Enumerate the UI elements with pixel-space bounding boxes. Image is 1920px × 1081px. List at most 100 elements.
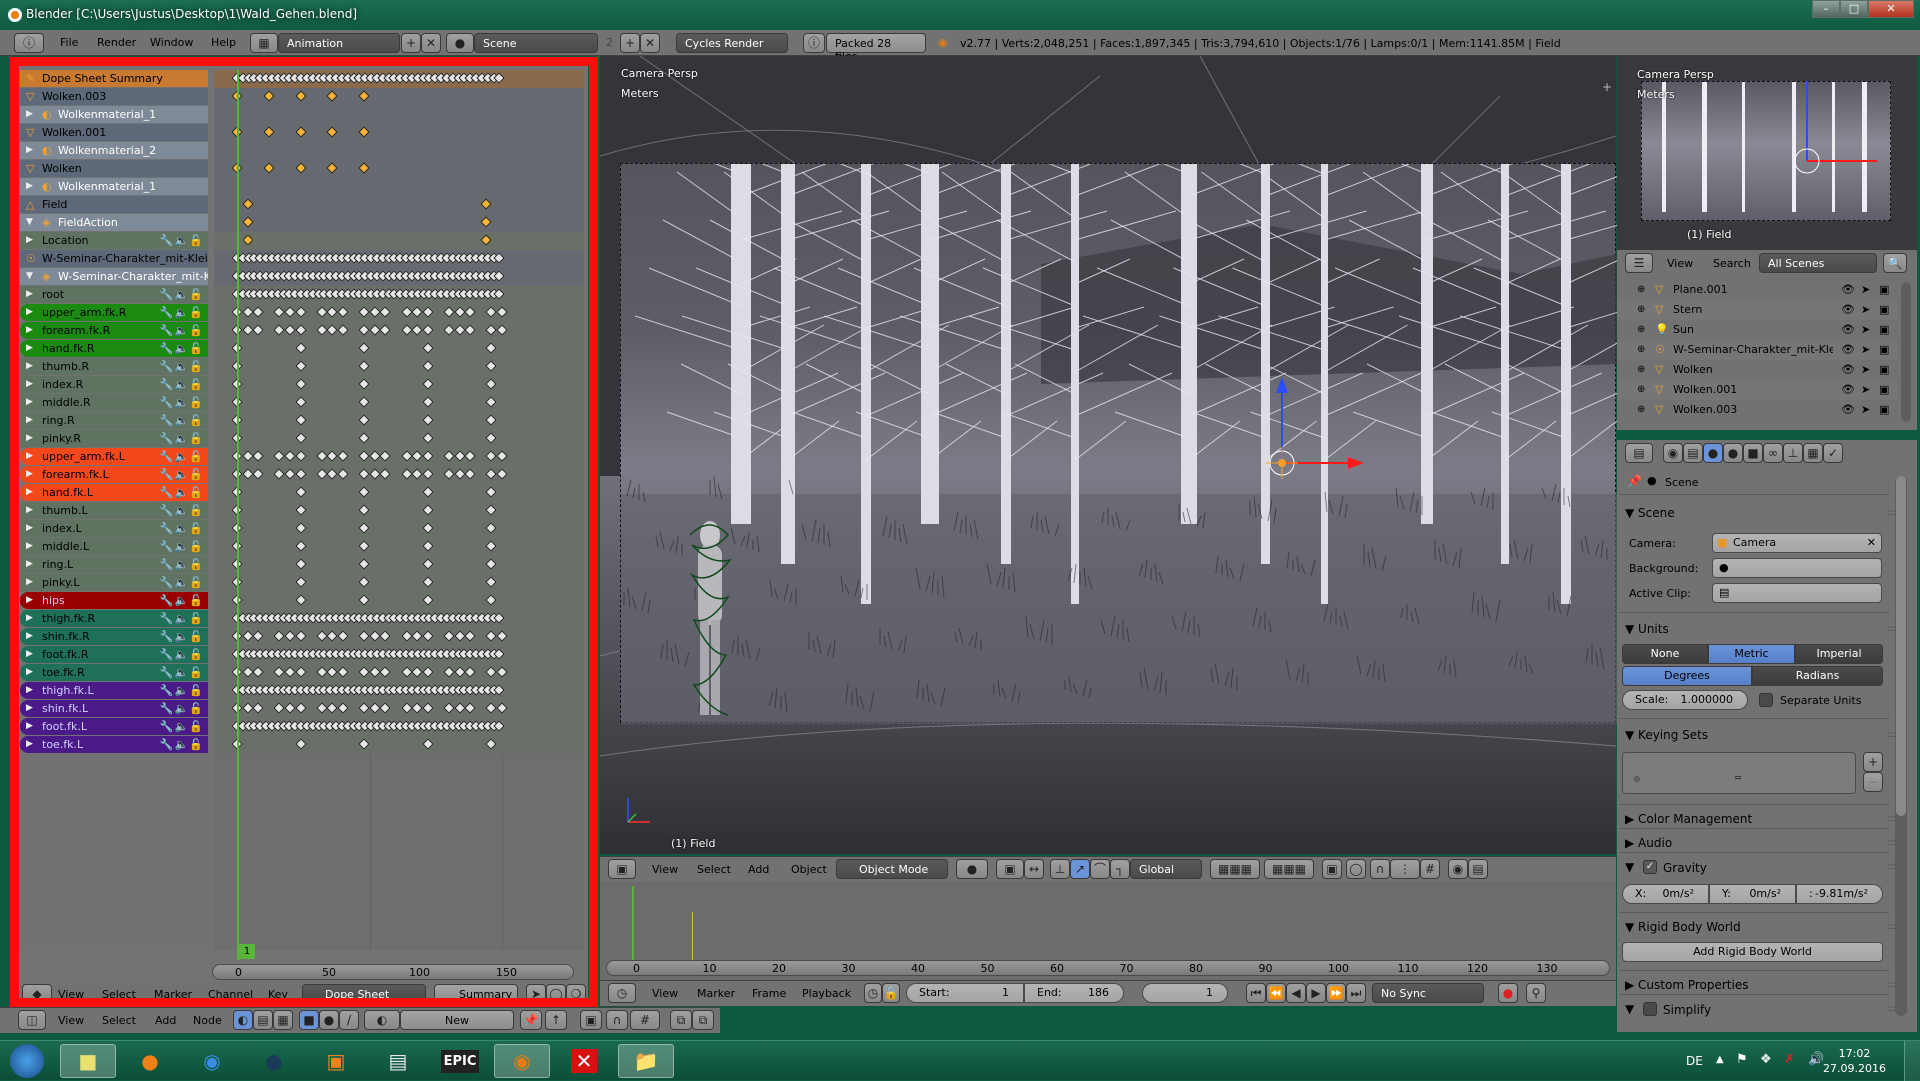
taskbar-file-explorer[interactable]: 📁 — [618, 1044, 674, 1078]
scale-manipulator-button[interactable]: ┐ — [1110, 859, 1130, 879]
viewport-shading-button[interactable]: ● — [956, 859, 988, 879]
character-armature[interactable] — [680, 505, 738, 725]
auto-keying-button[interactable]: ● — [1498, 983, 1518, 1003]
camera-field[interactable]: ■ Camera ✕ — [1712, 533, 1882, 553]
channel-group[interactable]: ▶ toe.fk.L 🔧🔈🔓 — [20, 736, 208, 753]
lock-icon[interactable]: 🔓 — [189, 360, 204, 373]
channel-group[interactable]: ▶ upper_arm.fk.L 🔧🔈🔓 — [20, 448, 208, 465]
expand-icon[interactable]: ⊕ — [1637, 340, 1645, 360]
panel-drag-handle[interactable]: :::: — [1887, 1004, 1896, 1014]
taskbar-chrome[interactable]: ◉ — [184, 1044, 240, 1078]
dropbox-icon[interactable]: ❖ — [1760, 1052, 1772, 1067]
channel-toggles[interactable]: 🔧🔈🔓 — [160, 556, 204, 573]
channel-group[interactable]: ▶ hand.fk.L 🔧🔈🔓 — [20, 484, 208, 501]
keyframe-row[interactable] — [214, 358, 584, 376]
background-field[interactable]: ● — [1712, 558, 1882, 578]
lock-icon[interactable]: 🔓 — [189, 468, 204, 481]
lock-icon[interactable]: 🔓 — [189, 648, 204, 661]
wrench-icon[interactable]: 🔧 — [160, 522, 175, 535]
keyframe-row[interactable] — [214, 664, 584, 682]
mute-speaker-icon[interactable]: 🔈 — [175, 342, 190, 355]
visibility-eye-icon[interactable]: 👁 — [1841, 280, 1855, 300]
expand-triangle-icon[interactable]: ▶ — [26, 592, 33, 609]
summary-toggle[interactable]: Summary — [434, 984, 518, 1004]
dope-sheet-mode-selector[interactable]: Dope Sheet — [302, 984, 426, 1004]
only-selected-button[interactable]: ➤ — [526, 984, 546, 1004]
editor-type-button[interactable]: ◆ — [22, 984, 52, 1004]
mute-speaker-icon[interactable]: 🔈 — [175, 396, 190, 409]
wrench-icon[interactable]: 🔧 — [160, 324, 175, 337]
expand-triangle-icon[interactable]: ▶ — [26, 412, 33, 429]
keyframe-row[interactable] — [214, 412, 584, 430]
object-shader-button[interactable]: ■ — [299, 1010, 319, 1030]
lock-icon[interactable]: 🔓 — [189, 288, 204, 301]
remove-scene-button[interactable]: ✕ — [640, 33, 660, 53]
mute-speaker-icon[interactable]: 🔈 — [175, 378, 190, 391]
scene-icon-button[interactable]: ● — [446, 33, 474, 53]
channel-toggles[interactable]: 🔧🔈🔓 — [160, 520, 204, 537]
menu-node[interactable]: Node — [193, 1014, 222, 1027]
channel-toggles[interactable]: 🔧🔈🔓 — [160, 430, 204, 447]
visibility-eye-icon[interactable]: 👁 — [1841, 320, 1855, 340]
channel-toggles[interactable]: 🔧🔈🔓 — [160, 682, 204, 699]
mute-speaker-icon[interactable]: 🔈 — [175, 486, 190, 499]
tab-physics[interactable]: ✓ — [1823, 443, 1843, 463]
keyframe-row[interactable] — [214, 484, 584, 502]
render-engine-selector[interactable]: Cycles Render — [676, 33, 788, 53]
menu-view[interactable]: View — [58, 988, 84, 1001]
channel-group[interactable]: ▶ foot.fk.R 🔧🔈🔓 — [20, 646, 208, 663]
outliner-scrollbar[interactable] — [1901, 282, 1911, 422]
snap-target-button[interactable]: # — [1420, 859, 1440, 879]
editor-type-button[interactable]: ☰ — [1625, 253, 1653, 273]
pin-icon[interactable]: 📌 — [1627, 474, 1642, 488]
mute-speaker-icon[interactable]: 🔈 — [175, 684, 190, 697]
panel-drag-handle[interactable]: :::: — [1887, 624, 1896, 634]
sync-mode-selector[interactable]: No Sync — [1372, 983, 1484, 1003]
editor-type-button[interactable]: ◫ — [18, 1010, 46, 1030]
interaction-mode-selector[interactable]: Object Mode — [836, 859, 948, 879]
channel-group[interactable]: ▶ upper_arm.fk.R 🔧🔈🔓 — [20, 304, 208, 321]
channel-group[interactable]: ▶ middle.L 🔧🔈🔓 — [20, 538, 208, 555]
channel-toggles[interactable]: 🔧🔈🔓 — [160, 736, 204, 753]
channel-toggles[interactable]: 🔧🔈🔓 — [160, 538, 204, 555]
timeline-frame-ruler[interactable]: 0 10 20 30 40 50 60 70 80 90 100 110 120 130 — [606, 960, 1610, 976]
menu-view[interactable]: View — [58, 1014, 84, 1027]
wrench-icon[interactable]: 🔧 — [160, 612, 175, 625]
backdrop-button[interactable]: ▣ — [580, 1010, 602, 1030]
wrench-icon[interactable]: 🔧 — [160, 234, 175, 247]
menu-view[interactable]: View — [652, 863, 678, 876]
transform-manipulator-toggle[interactable]: ⊥ — [1050, 859, 1070, 879]
packed-files-label[interactable]: Packed 28 files — [826, 33, 926, 63]
expand-triangle-icon[interactable]: ▶ — [26, 304, 33, 321]
expand-triangle-icon[interactable]: ▶ — [26, 538, 33, 555]
channel-toggles[interactable]: 🔧🔈🔓 — [160, 340, 204, 357]
channel-toggles[interactable]: 🔧🔈🔓 — [160, 232, 204, 249]
channel-group[interactable]: ▶ ring.L 🔧🔈🔓 — [20, 556, 208, 573]
selectable-cursor-icon[interactable]: ➤ — [1861, 320, 1870, 340]
channel-action[interactable]: ▼ ◈ FieldAction — [20, 214, 208, 231]
expand-icon[interactable]: ⊕ — [1637, 380, 1645, 400]
selectable-cursor-icon[interactable]: ➤ — [1861, 280, 1870, 300]
color-management-panel-header[interactable]: ▶ Color Management — [1625, 812, 1752, 826]
mute-speaker-icon[interactable]: 🔈 — [175, 360, 190, 373]
keyframe-row[interactable] — [214, 574, 584, 592]
volume-icon[interactable]: 🔊 — [1808, 1052, 1824, 1067]
lock-icon[interactable]: 🔓 — [189, 396, 204, 409]
menu-help[interactable]: Help — [211, 36, 236, 49]
show-errors-button[interactable]: ❍ — [566, 984, 586, 1004]
lock-icon[interactable]: 🔓 — [189, 720, 204, 733]
channel-action[interactable]: ▼ ◈ W-Seminar-Charakter_mit-Kleid — [20, 268, 208, 285]
expand-triangle-icon[interactable]: ▶ — [26, 142, 33, 159]
expand-icon[interactable]: ⊕ — [1637, 360, 1645, 380]
info-editor-type-button[interactable]: ⓘ — [14, 33, 44, 53]
keyframe-row[interactable] — [214, 430, 584, 448]
mute-speaker-icon[interactable]: 🔈 — [175, 288, 190, 301]
gravity-checkbox[interactable]: ✓ — [1643, 860, 1657, 874]
lock-layers-button[interactable]: ▣ — [1322, 859, 1342, 879]
tab-scene[interactable]: ● — [1703, 443, 1723, 463]
visibility-eye-icon[interactable]: 👁 — [1841, 360, 1855, 380]
keyframe-row[interactable] — [214, 466, 584, 484]
show-hidden-icons-button[interactable]: ▲ — [1716, 1054, 1724, 1065]
visibility-eye-icon[interactable]: 👁 — [1841, 340, 1855, 360]
channel-toggles[interactable]: 🔧🔈🔓 — [160, 664, 204, 681]
